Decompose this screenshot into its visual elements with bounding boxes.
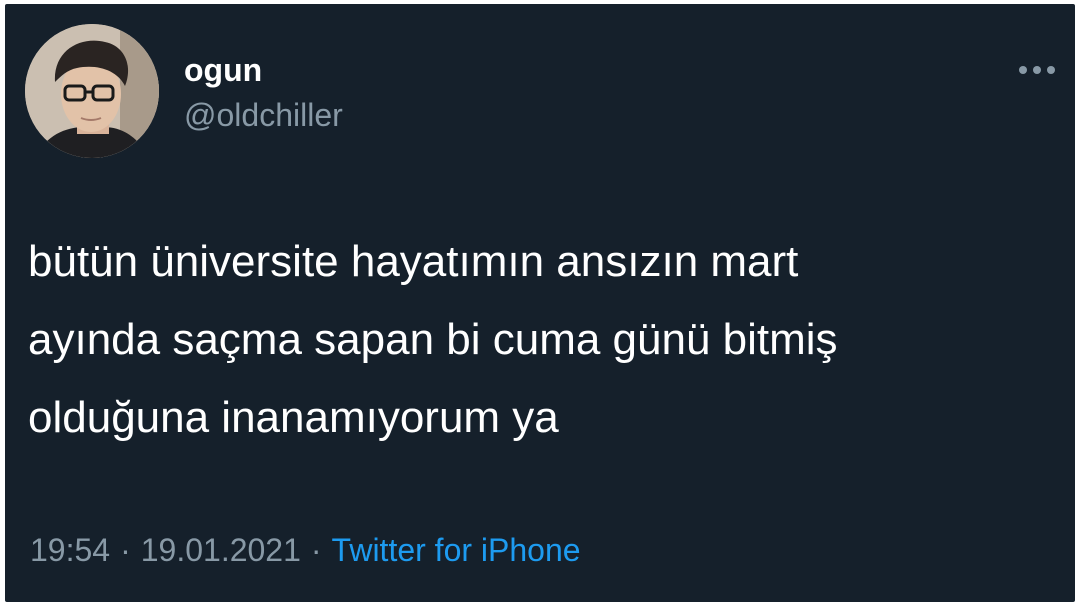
more-options-icon[interactable] <box>1013 58 1061 82</box>
tweet-time[interactable]: 19:54 <box>30 532 110 568</box>
meta-separator: · <box>310 532 322 568</box>
tweet-text: bütün üniversite hayatımın ansızın mart … <box>28 237 838 442</box>
tweet-source-link[interactable]: Twitter for iPhone <box>332 532 581 568</box>
avatar[interactable] <box>25 24 159 158</box>
user-handle[interactable]: @oldchiller <box>184 95 343 135</box>
meta-separator: · <box>120 532 131 568</box>
tweet-meta: 19:54 · 19.01.2021 · Twitter for iPhone <box>30 527 581 573</box>
display-name[interactable]: ogun <box>184 50 262 90</box>
tweet-card: ogun @oldchiller bütün üniversite hayatı… <box>5 4 1075 602</box>
tweet-date[interactable]: 19.01.2021 <box>141 532 301 568</box>
